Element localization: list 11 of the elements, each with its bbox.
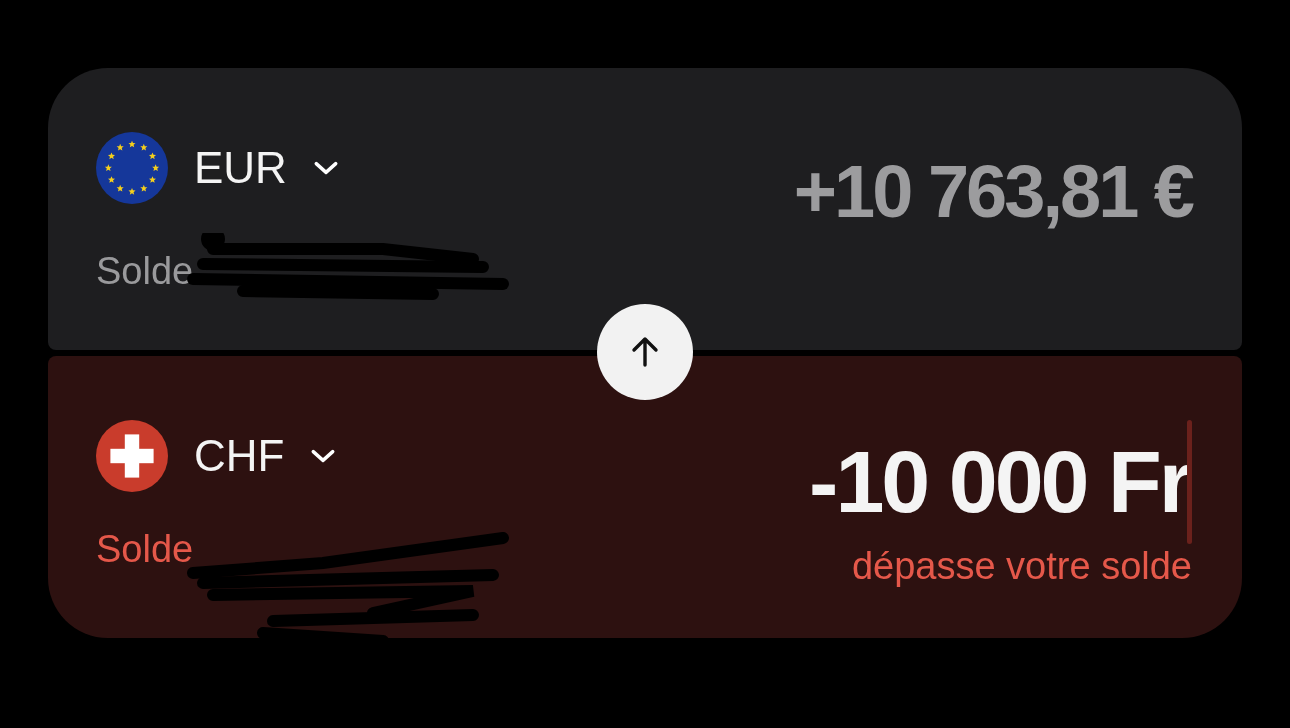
currency-picker[interactable]: EUR [96,132,510,204]
flag-icon [96,132,168,204]
currency-picker[interactable]: CHF [96,420,510,492]
amount-field[interactable]: +10 763,81 € [793,148,1192,234]
balance-label: Solde [96,250,194,293]
amount-field[interactable]: -10 000 Fr [809,431,1190,533]
chevron-down-icon [310,447,337,465]
balance-label: Solde [96,528,194,571]
chevron-down-icon [312,159,339,177]
error-message: dépasse votre solde [851,545,1192,588]
flag-icon [96,420,168,492]
